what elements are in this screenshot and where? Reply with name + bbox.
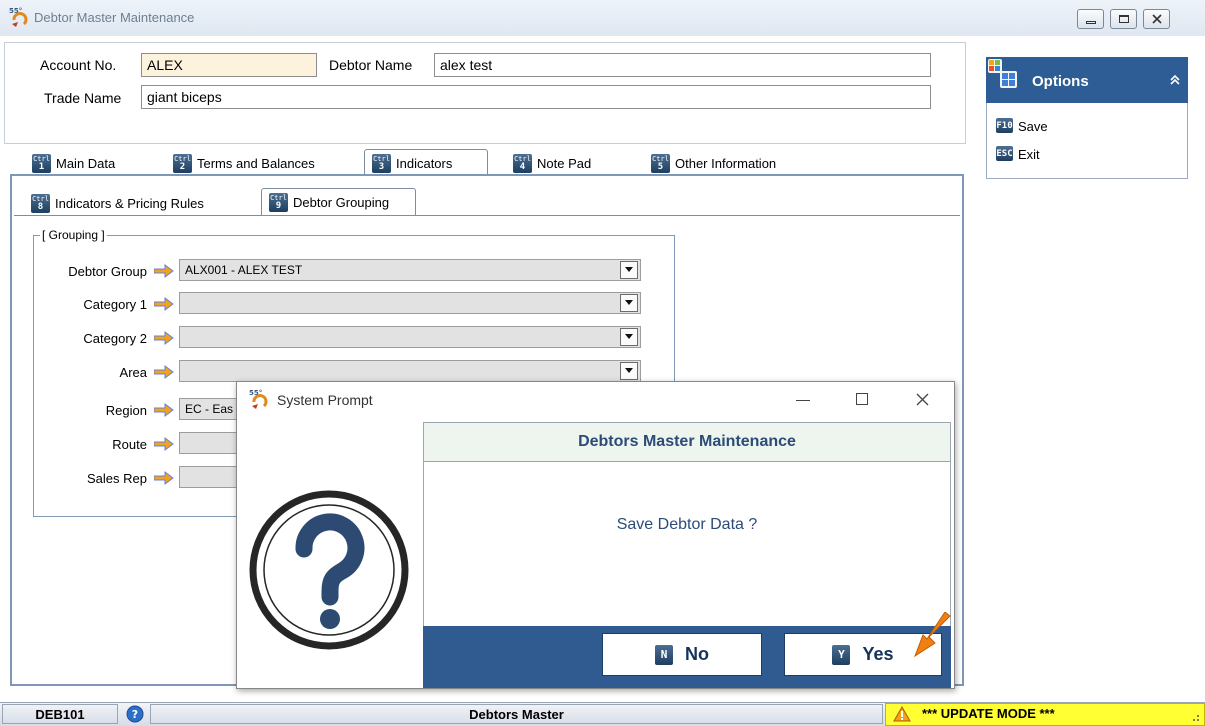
route-label: Route: [112, 437, 147, 452]
tab-other-information[interactable]: Ctrl 5 Other Information: [651, 151, 776, 175]
lookup-arrow-icon[interactable]: [154, 471, 174, 485]
subtab-label: Debtor Grouping: [293, 195, 390, 210]
subtab-debtor-grouping[interactable]: Ctrl 9 Debtor Grouping: [261, 188, 416, 216]
lookup-arrow-icon[interactable]: [154, 297, 174, 311]
minimize-icon: [1085, 20, 1096, 24]
ctrl-8-key-icon: Ctrl 8: [31, 193, 50, 213]
dialog-body: [423, 462, 951, 626]
help-button[interactable]: ?: [124, 704, 146, 724]
help-icon: ?: [126, 705, 144, 723]
dialog-minimize-icon[interactable]: [796, 400, 810, 401]
status-mode: *** UPDATE MODE ***: [922, 706, 1055, 721]
warning-pencil-icon: [893, 706, 911, 722]
lookup-arrow-icon[interactable]: [154, 365, 174, 379]
region-label: Region: [105, 403, 147, 418]
category-2-dropdown-button[interactable]: [620, 328, 638, 346]
subtab-indicators-pricing-rules[interactable]: Ctrl 8 Indicators & Pricing Rules: [31, 191, 204, 215]
debtor-group-label: Debtor Group: [68, 264, 147, 279]
lookup-arrow-icon[interactable]: [154, 331, 174, 345]
save-option[interactable]: Save: [1018, 119, 1048, 134]
dialog-close-icon[interactable]: [916, 393, 929, 406]
yes-button-label: Yes: [862, 644, 894, 664]
tab-label: Note Pad: [537, 155, 592, 171]
dialog-maximize-icon[interactable]: [856, 393, 868, 405]
svg-text:?: ?: [132, 708, 138, 721]
subtab-label: Indicators & Pricing Rules: [55, 195, 204, 211]
area-label: Area: [119, 365, 147, 380]
status-code: DEB101: [2, 704, 118, 724]
trade-name-label: Trade Name: [44, 90, 122, 106]
debtor-name-field[interactable]: alex test: [434, 53, 931, 77]
question-icon: [249, 490, 409, 650]
tab-terms-and-balances[interactable]: Ctrl 2 Terms and Balances: [173, 151, 315, 175]
tab-label: Main Data: [56, 155, 116, 171]
tab-label: Other Information: [675, 155, 777, 171]
dialog-heading: Debtors Master Maintenance: [423, 422, 951, 462]
lookup-arrow-icon[interactable]: [154, 437, 174, 451]
dialog-title: System Prompt: [277, 392, 373, 408]
tab-main-data[interactable]: Ctrl 1 Main Data: [32, 151, 115, 175]
callout-arrow-icon: [913, 612, 951, 658]
status-module: Debtors Master: [150, 704, 883, 724]
category-1-label: Category 1: [83, 297, 147, 312]
options-title: Options: [1032, 73, 1089, 90]
no-button-label: No: [685, 644, 709, 664]
account-no-label: Account No.: [40, 57, 117, 73]
f10-key-icon: F10: [996, 118, 1013, 133]
collapse-chevron-icon[interactable]: [1170, 74, 1180, 86]
ctrl-5-key-icon: Ctrl 5: [651, 153, 670, 173]
n-key-icon: N: [655, 644, 673, 665]
trade-name-field[interactable]: giant biceps: [141, 85, 931, 109]
close-icon: [1151, 14, 1162, 24]
debtor-group-combo[interactable]: ALX001 - ALEX TEST: [179, 259, 641, 281]
category-2-label: Category 2: [83, 331, 147, 346]
dialog-message: Save Debtor Data ?: [616, 516, 758, 533]
tab-note-pad[interactable]: Ctrl 4 Note Pad: [513, 151, 591, 175]
resize-grip-icon[interactable]: [1188, 710, 1200, 722]
tab-label: Indicators: [396, 155, 453, 171]
tab-indicators[interactable]: Ctrl 3 Indicators: [364, 149, 488, 176]
area-dropdown-button[interactable]: [620, 362, 638, 380]
lookup-arrow-icon[interactable]: [154, 264, 174, 278]
dropdown-arrow-icon: [625, 267, 633, 272]
ctrl-3-key-icon: Ctrl 3: [372, 153, 391, 173]
grouping-legend: [ Grouping ]: [40, 228, 107, 242]
dropdown-arrow-icon: [625, 334, 633, 339]
exit-option[interactable]: Exit: [1018, 147, 1040, 162]
options-grid-icon: [988, 59, 1017, 88]
minimize-button[interactable]: [1077, 9, 1104, 29]
esc-key-icon: ESC: [996, 146, 1013, 161]
close-window-button[interactable]: [1143, 9, 1170, 29]
y-key-icon: Y: [832, 644, 851, 665]
window-title: Debtor Master Maintenance: [34, 10, 195, 25]
ctrl-9-key-icon: Ctrl 9: [269, 193, 288, 212]
category-2-combo[interactable]: [179, 326, 641, 348]
restore-button[interactable]: [1110, 9, 1137, 29]
debtor-group-dropdown-button[interactable]: [620, 261, 638, 279]
restore-icon: [1118, 15, 1129, 23]
category-1-dropdown-button[interactable]: [620, 294, 638, 312]
account-no-field[interactable]: ALEX: [141, 53, 317, 77]
debtor-name-label: Debtor Name: [329, 57, 413, 73]
app-logo-icon: 55°: [8, 6, 30, 31]
no-button[interactable]: N No: [602, 633, 762, 676]
ctrl-2-key-icon: Ctrl 2: [173, 153, 192, 173]
dropdown-arrow-icon: [625, 300, 633, 305]
ctrl-1-key-icon: Ctrl 1: [32, 153, 51, 173]
area-combo[interactable]: [179, 360, 641, 382]
dropdown-arrow-icon: [625, 368, 633, 373]
category-1-combo[interactable]: [179, 292, 641, 314]
sales-rep-label: Sales Rep: [87, 471, 147, 486]
tab-label: Terms and Balances: [197, 155, 315, 171]
subtab-divider: [14, 215, 960, 216]
lookup-arrow-icon[interactable]: [154, 403, 174, 417]
dialog-app-logo-icon: 55°: [248, 388, 270, 413]
ctrl-4-key-icon: Ctrl 4: [513, 153, 532, 173]
